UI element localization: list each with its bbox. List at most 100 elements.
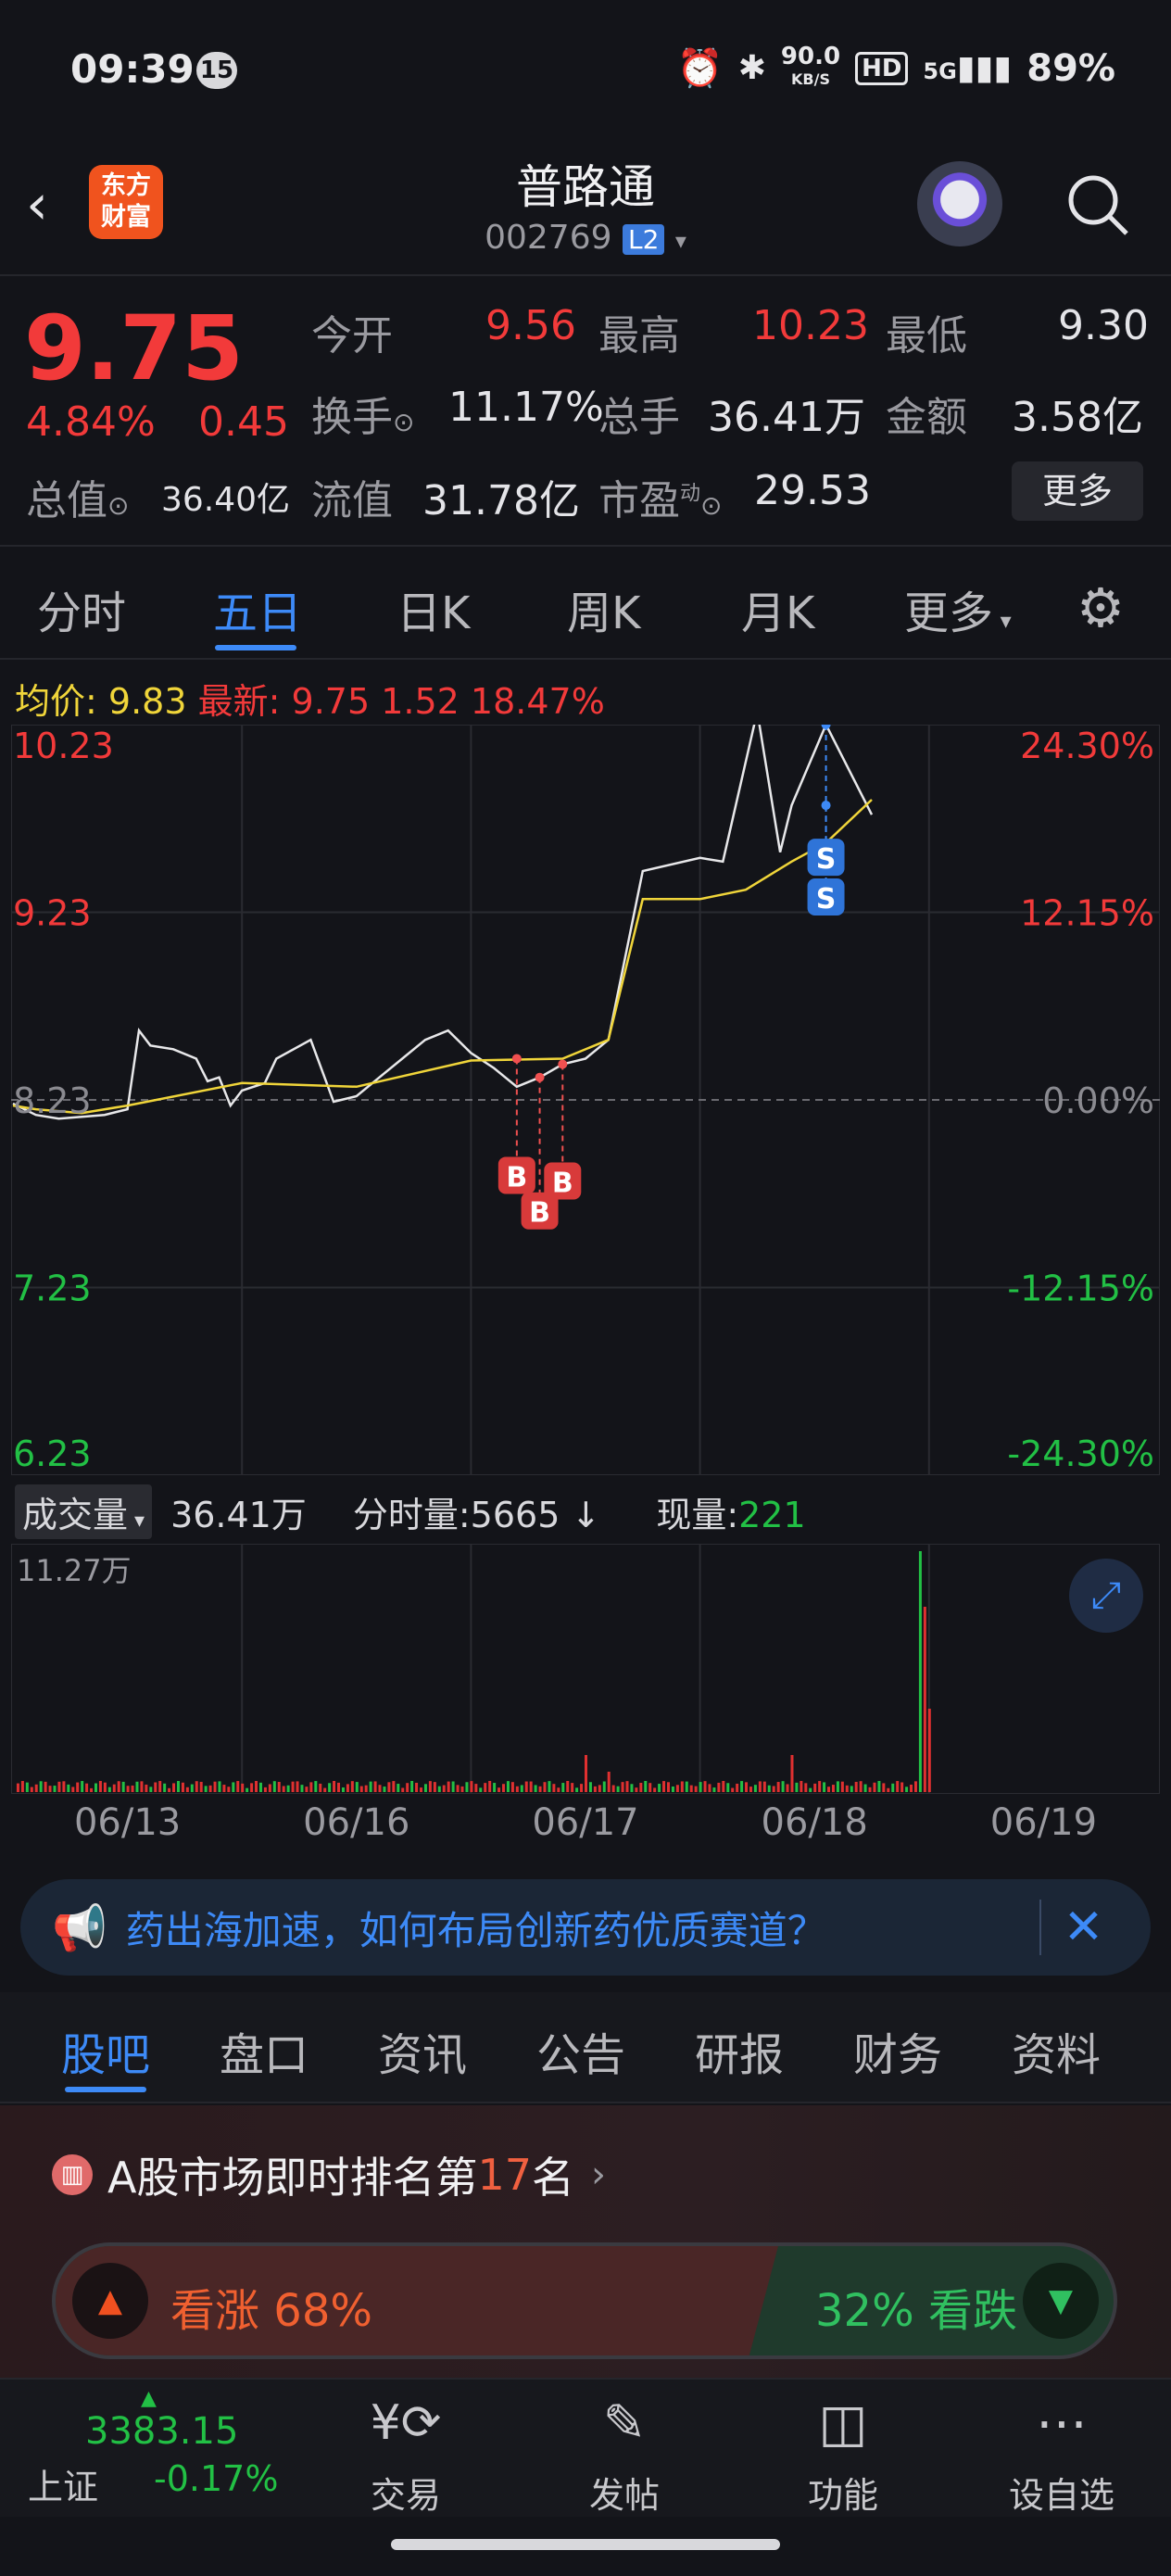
volume-bar	[199, 1781, 203, 1792]
section-tab[interactable]: 研报	[695, 2018, 784, 2083]
chart-settings-gear-icon[interactable]: ⚙	[1077, 576, 1125, 639]
section-tab[interactable]: 盘口	[220, 2018, 308, 2083]
volume-bar	[250, 1783, 254, 1792]
volume-bar	[557, 1787, 560, 1792]
volume-bar	[831, 1785, 835, 1792]
volume-bar	[423, 1784, 427, 1792]
volume-bar	[255, 1781, 258, 1792]
section-tab[interactable]: 资料	[1012, 2018, 1101, 2083]
volume-bar	[263, 1787, 267, 1792]
nav-functions[interactable]: ◫ 功能	[778, 2380, 908, 2518]
search-icon[interactable]	[1064, 170, 1128, 235]
volume-bar	[437, 1786, 441, 1792]
volume-selector[interactable]: 成交量 ▾	[15, 1484, 153, 1539]
trade-marker-dot	[535, 1072, 545, 1082]
volume-bar	[515, 1786, 519, 1792]
section-tab[interactable]: 资讯	[378, 2018, 467, 2083]
robot-avatar-icon[interactable]	[917, 161, 1002, 246]
chart-info-line: 均价: 9.83 最新: 9.75 1.52 18.47%	[15, 681, 605, 722]
volume-bar	[534, 1785, 537, 1792]
tab-weekly-k[interactable]: 周K	[567, 576, 640, 641]
volume-bar	[506, 1781, 510, 1792]
volume-bar	[588, 1782, 592, 1792]
volume-bar	[497, 1787, 501, 1792]
sentiment-bar: ▲ 看涨 68% 32% 看跌 ▼	[52, 2242, 1117, 2359]
tab-five-day[interactable]: 五日	[213, 576, 302, 641]
trade-yen-icon: ¥⟳	[370, 2395, 442, 2451]
volume-bar	[258, 1782, 262, 1792]
volume-bar	[71, 1787, 75, 1792]
volume-bar	[927, 1709, 931, 1792]
volume-bar	[145, 1784, 148, 1792]
volume-bar	[190, 1784, 194, 1792]
index-ticker[interactable]: ▲ 3383.15 上证 -0.17%	[28, 2387, 306, 2509]
volume-bar	[635, 1787, 638, 1792]
tab-daily-k[interactable]: 日K	[397, 576, 470, 641]
volume-bar	[30, 1787, 33, 1792]
volume-bar	[176, 1781, 180, 1792]
pe-label: 市盈动⊙	[598, 477, 723, 524]
trade-marker-label: B	[506, 1161, 527, 1193]
volume-bar	[896, 1781, 900, 1792]
volume-bar	[800, 1781, 803, 1792]
volume-bar	[296, 1781, 299, 1792]
active-section-indicator	[65, 2087, 146, 2092]
volume-bar	[98, 1781, 102, 1792]
volume-bar	[611, 1785, 615, 1792]
section-tab[interactable]: 公告	[536, 2018, 625, 2083]
volume-bar	[694, 1786, 698, 1792]
trade-marker-label: S	[816, 883, 837, 915]
volume-bar	[126, 1786, 130, 1792]
status-bar: 09:39 15 ⏰ ✱ 90.0 KB/S HD 5G▮▮▮ 89%	[0, 0, 1171, 139]
volume-bar	[868, 1787, 872, 1792]
volume-bar	[131, 1785, 134, 1792]
quote-panel: 9.75 4.84% 0.45 今开 9.56 最高 10.23 最低 9.30…	[0, 278, 1171, 547]
section-tab[interactable]: 财务	[853, 2018, 942, 2083]
volume-bar	[630, 1784, 634, 1792]
rank-row[interactable]: ▥ A股市场即时排名第 17 名 ›	[52, 2144, 606, 2205]
volume-bar	[703, 1781, 707, 1792]
last-price: 9.75	[24, 297, 244, 400]
volume-bar	[378, 1785, 382, 1792]
banner-close-icon[interactable]: ✕	[1039, 1900, 1103, 1955]
tab-more[interactable]: 更多 ▾	[904, 576, 1012, 641]
volume-bar	[81, 1781, 84, 1792]
volume-bar	[447, 1781, 450, 1792]
index-change: -0.17%	[154, 2458, 279, 2499]
volume-bar	[268, 1784, 271, 1792]
section-tab[interactable]: 股吧	[61, 2018, 150, 2083]
net-speed: 90.0 KB/S	[780, 43, 841, 88]
stock-header: ‹ 东方 财富 普路通 002769 L2 ▾	[0, 139, 1171, 276]
volume-chart[interactable]	[11, 1544, 1160, 1794]
low-label: 最低	[886, 312, 967, 360]
volume-bar	[845, 1785, 849, 1792]
ranking-icon: ▥	[52, 2154, 93, 2195]
open-label: 今开	[311, 312, 393, 360]
bearish-arrow-icon[interactable]: ▼	[1023, 2263, 1099, 2339]
y-axis-label-right: 24.30%	[1020, 726, 1154, 766]
pe-value: 29.53	[754, 467, 871, 514]
volume-label: 总手	[598, 394, 680, 441]
volume-bar	[195, 1781, 198, 1792]
volume-bar	[648, 1783, 652, 1792]
volume-bar	[62, 1781, 66, 1792]
tab-intraday[interactable]: 分时	[37, 576, 126, 641]
five-day-price-chart[interactable]: BBB SS 10.23 24.30% 9.23 12.15% 8.23 0.00% 7.23…	[11, 725, 1160, 1475]
news-banner[interactable]: 📢 药出海加速，如何布局创新药优质赛道？ ✕	[20, 1879, 1151, 1976]
volume-bar	[451, 1781, 455, 1792]
volume-bar	[218, 1781, 221, 1792]
tab-monthly-k[interactable]: 月K	[741, 576, 814, 641]
nav-watchlist[interactable]: ⋯ 设自选	[997, 2380, 1127, 2518]
volume-bar	[305, 1787, 308, 1792]
nav-post[interactable]: ✎ 发帖	[560, 2380, 689, 2518]
volume-bar	[415, 1782, 419, 1792]
volume-bar	[717, 1782, 721, 1792]
bullish-segment[interactable]	[56, 2246, 778, 2355]
volume-bar	[107, 1787, 111, 1792]
volume-bar	[346, 1784, 349, 1792]
volume-bar	[745, 1782, 749, 1792]
level2-badge: L2	[622, 223, 665, 255]
nav-trade[interactable]: ¥⟳ 交易	[341, 2380, 471, 2518]
expand-chart-icon[interactable]: ⤢	[1069, 1559, 1143, 1633]
more-button[interactable]: 更多	[1012, 461, 1143, 521]
